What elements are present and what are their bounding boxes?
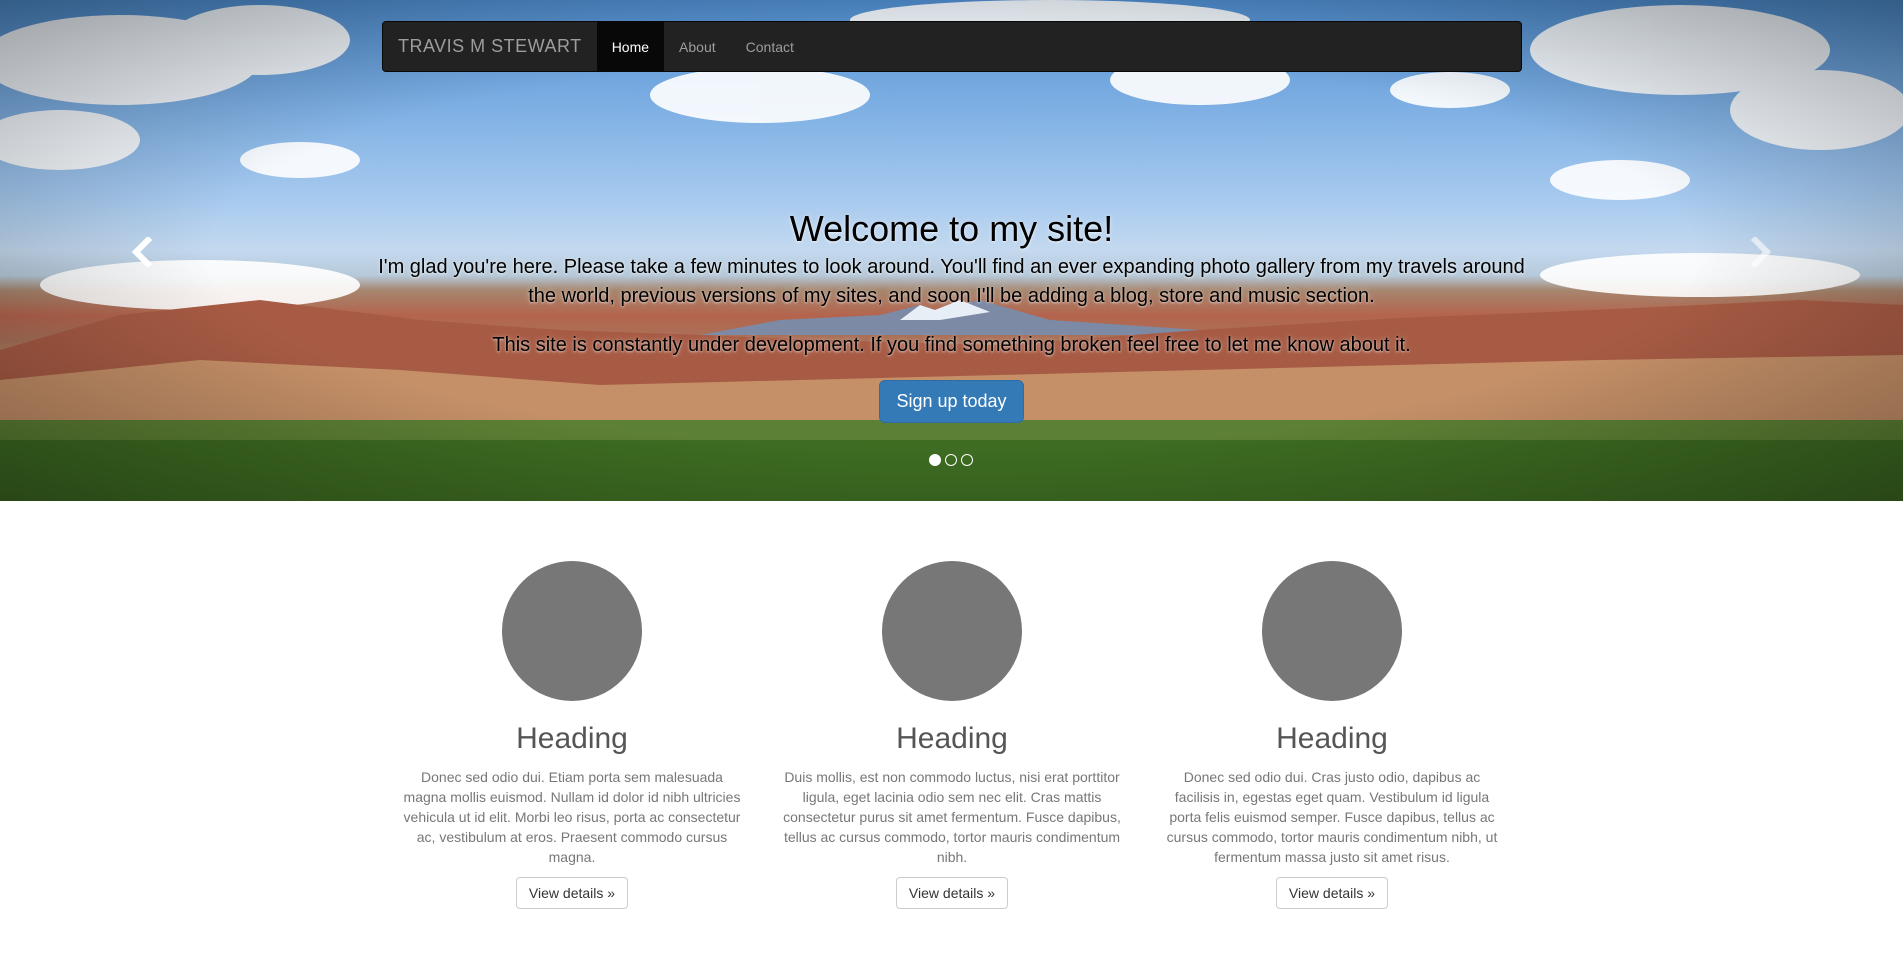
column-text: Donec sed odio dui. Etiam porta sem male… [403,769,741,865]
carousel-next-button[interactable] [1741,232,1781,272]
carousel-notice-text: This site is constantly under developmen… [492,334,1411,356]
top-navbar: TRAVIS M STEWART Home About Contact [382,21,1522,72]
marketing-column: Heading Duis mollis, est non commodo luc… [762,501,1142,909]
column-heading: Heading [516,722,628,755]
view-details-button[interactable]: View details » [1275,877,1389,909]
nav-menu: Home About Contact [596,22,809,71]
placeholder-image-circle [502,561,642,701]
column-text: Duis mollis, est non commodo luctus, nis… [783,769,1121,865]
carousel-indicators [929,454,973,466]
nav-item-contact[interactable]: Contact [731,22,809,71]
chevron-right-icon [1750,237,1772,267]
sign-up-button[interactable]: Sign up today [879,380,1024,423]
column-heading: Heading [896,722,1008,755]
carousel-indicator-1[interactable] [929,454,941,466]
nav-item-home[interactable]: Home [596,22,665,71]
placeholder-image-circle [882,561,1022,701]
view-details-button[interactable]: View details » [895,877,1009,909]
hero-carousel: TRAVIS M STEWART Home About Contact Welc… [0,0,1903,501]
chevron-left-icon [131,237,153,267]
nav-item-about[interactable]: About [664,22,731,71]
carousel-indicator-2[interactable] [945,454,957,466]
carousel-prev-button[interactable] [122,232,162,272]
view-details-button[interactable]: View details » [515,877,629,909]
brand-link[interactable]: TRAVIS M STEWART [383,22,597,71]
carousel-indicator-3[interactable] [961,454,973,466]
carousel-title: Welcome to my site! [789,208,1114,249]
marketing-columns: Heading Donec sed odio dui. Etiam porta … [382,501,1522,909]
carousel-caption: Welcome to my site! I'm glad you're here… [370,205,1533,423]
column-heading: Heading [1276,722,1388,755]
column-text: Donec sed odio dui. Cras justo odio, dap… [1166,769,1498,865]
carousel-intro-text: I'm glad you're here. Please take a few … [378,256,1525,307]
marketing-column: Heading Donec sed odio dui. Etiam porta … [382,501,762,909]
marketing-column: Heading Donec sed odio dui. Cras justo o… [1142,501,1522,909]
placeholder-image-circle [1262,561,1402,701]
